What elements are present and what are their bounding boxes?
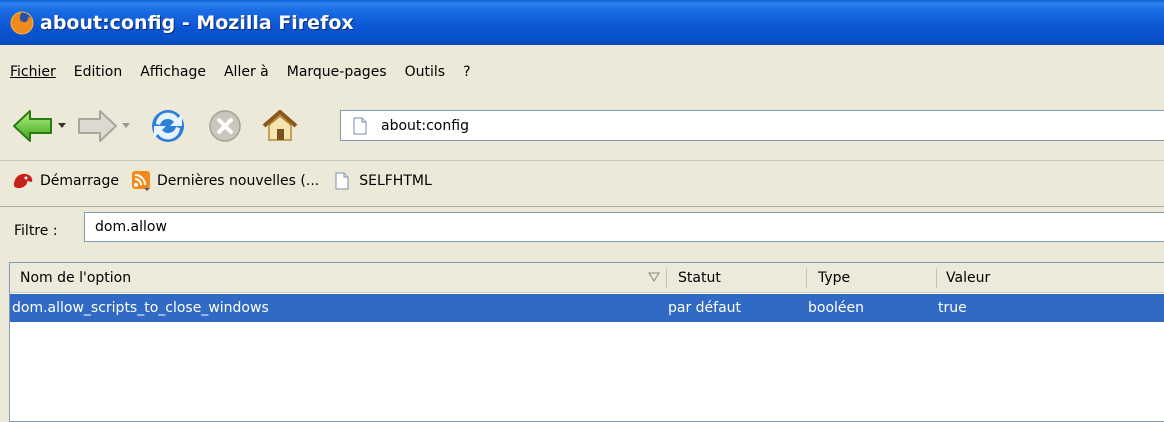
home-button[interactable] — [260, 108, 300, 144]
chevron-down-icon — [122, 123, 130, 128]
prefs-tree[interactable]: Nom de l'option Statut Type Valeur dom.a… — [9, 262, 1164, 422]
back-dropdown[interactable] — [56, 120, 68, 132]
page-icon — [335, 172, 349, 190]
url-text: about:config — [381, 117, 469, 134]
forward-dropdown[interactable] — [120, 120, 132, 132]
title-bar[interactable]: about:config - Mozilla Firefox — [0, 0, 1164, 45]
table-row[interactable]: dom.allow_scripts_to_close_windows par d… — [10, 294, 1164, 322]
menu-affichage[interactable]: Affichage — [140, 62, 206, 82]
pref-name-cell: dom.allow_scripts_to_close_windows — [12, 300, 269, 316]
window-title: about:config - Mozilla Firefox — [40, 11, 354, 34]
bookmarks-toolbar: Démarrage Dernières nouvelles (... SELFH… — [0, 160, 1164, 201]
bookmark-dernieres-nouvelles[interactable]: Dernières nouvelles (... — [131, 170, 319, 192]
sort-indicator-icon — [648, 272, 660, 282]
bookmark-selfhtml[interactable]: SELFHTML — [335, 172, 432, 190]
menu-outils[interactable]: Outils — [405, 62, 445, 82]
menu-help[interactable]: ? — [463, 62, 470, 82]
column-separator[interactable] — [666, 268, 667, 288]
filter-input[interactable]: dom.allow — [84, 212, 1164, 242]
url-bar[interactable]: about:config — [340, 110, 1164, 141]
pref-status-cell: par défaut — [668, 300, 742, 316]
chevron-down-icon — [58, 123, 66, 128]
back-icon — [13, 110, 52, 142]
column-header-type[interactable]: Type — [818, 263, 928, 293]
pref-value-cell: true — [938, 300, 967, 316]
menu-marque-pages[interactable]: Marque-pages — [287, 62, 387, 82]
stop-icon — [209, 110, 241, 142]
back-button[interactable] — [12, 108, 54, 144]
filter-label: Filtre : — [14, 223, 58, 239]
bookmark-label: Démarrage — [40, 173, 119, 189]
menu-bar: Fichier Edition Affichage Aller à Marque… — [0, 52, 1164, 92]
column-header-value[interactable]: Valeur — [946, 263, 1146, 293]
tree-header: Nom de l'option Statut Type Valeur — [10, 263, 1164, 293]
page-icon — [353, 117, 367, 134]
column-separator[interactable] — [806, 268, 807, 288]
menu-aller-a[interactable]: Aller à — [224, 62, 269, 82]
column-separator[interactable] — [936, 268, 937, 288]
bookmark-label: Dernières nouvelles (... — [156, 173, 320, 189]
reload-icon — [152, 110, 184, 142]
stop-button[interactable] — [208, 109, 242, 143]
bookmark-label: SELFHTML — [359, 173, 432, 189]
forward-button[interactable] — [76, 108, 118, 144]
home-icon — [262, 110, 298, 141]
rss-icon — [131, 171, 150, 191]
menu-edition[interactable]: Edition — [74, 62, 122, 82]
column-header-status[interactable]: Statut — [678, 263, 798, 293]
pref-type-cell: booléen — [808, 300, 865, 316]
menu-fichier[interactable]: Fichier — [10, 62, 56, 82]
firefox-start-icon — [14, 173, 33, 188]
reload-button[interactable] — [148, 107, 188, 145]
forward-icon — [78, 110, 117, 142]
firefox-logo-icon — [10, 11, 34, 34]
bookmark-demarrage[interactable]: Démarrage — [12, 171, 119, 191]
column-header-name[interactable]: Nom de l'option — [20, 263, 660, 293]
